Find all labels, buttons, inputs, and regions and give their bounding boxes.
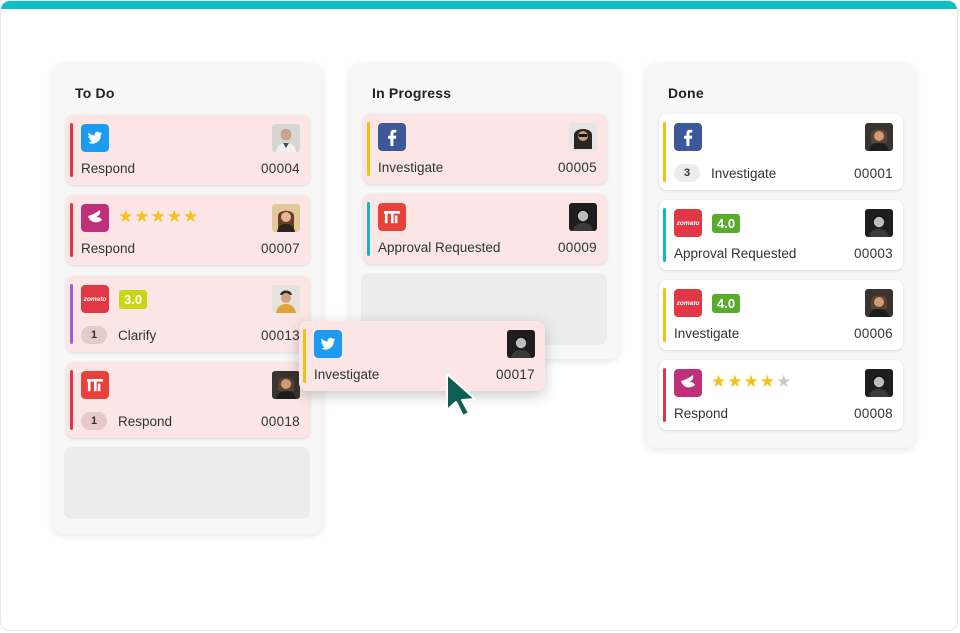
ticket-action: Respond — [674, 406, 729, 421]
ticket-id: 00008 — [853, 406, 893, 421]
zomato-icon: zomato — [81, 285, 109, 313]
ticket-card-00006[interactable]: zomato 4.0 Investigate 00006 — [659, 280, 903, 350]
twitter-icon — [314, 330, 342, 358]
ticket-action: Approval Requested — [378, 240, 501, 255]
star-rating: ★★★★★ — [711, 372, 793, 391]
priority-stripe — [70, 370, 73, 430]
assignee-avatar[interactable] — [865, 369, 893, 397]
message-count-badge: 3 — [674, 164, 700, 182]
ticket-id: 00006 — [853, 326, 893, 341]
assignee-avatar[interactable] — [272, 204, 300, 232]
ticket-action: Investigate — [314, 367, 380, 382]
assignee-avatar[interactable] — [865, 123, 893, 151]
column-done: Done 3 Investigate 00001 zomato 4.0 Appr… — [646, 63, 915, 448]
zomato-logo-text: zomato — [676, 220, 700, 227]
priority-stripe — [663, 288, 666, 342]
star-rating: ★★★★★ — [118, 207, 200, 226]
message-count-badge: 1 — [81, 412, 107, 430]
ticket-id: 00004 — [260, 161, 300, 176]
assignee-avatar[interactable] — [272, 124, 300, 152]
dragged-ticket-card-00017[interactable]: Investigate 00017 — [299, 321, 545, 391]
ticket-action: Respond — [118, 414, 173, 429]
ticket-card-00007[interactable]: ★★★★★ Respond 00007 — [66, 195, 310, 265]
column-title: To Do — [75, 85, 115, 101]
tt-icon — [81, 371, 109, 399]
assignee-avatar[interactable] — [507, 330, 535, 358]
top-accent-bar — [1, 1, 957, 9]
zomato-icon: zomato — [674, 289, 702, 317]
ticket-id: 00013 — [260, 328, 300, 343]
tt-icon — [378, 203, 406, 231]
assignee-avatar[interactable] — [865, 289, 893, 317]
nykaa-icon — [674, 369, 702, 397]
ticket-card-00008[interactable]: ★★★★★ Respond 00008 — [659, 360, 903, 430]
zomato-logo-text: zomato — [676, 300, 700, 307]
ticket-action: Clarify — [118, 328, 157, 343]
ticket-card-00018[interactable]: 1 Respond 00018 — [66, 362, 310, 438]
message-count-badge: 1 — [81, 326, 107, 344]
drop-placeholder[interactable] — [64, 447, 310, 519]
ticket-card-00004[interactable]: Respond 00004 — [66, 115, 310, 185]
assignee-avatar[interactable] — [865, 209, 893, 237]
ticket-id: 00001 — [853, 166, 893, 181]
rating-badge: 4.0 — [712, 294, 741, 313]
priority-stripe — [367, 202, 370, 256]
twitter-icon — [81, 124, 109, 152]
ticket-id: 00018 — [260, 414, 300, 429]
priority-stripe — [663, 208, 666, 262]
column-title: Done — [668, 85, 704, 101]
ticket-action: Investigate — [674, 326, 740, 341]
column-to-do: To Do Respond 00004 ★★★★★ Respond 00007 — [53, 63, 322, 534]
assignee-avatar[interactable] — [272, 371, 300, 399]
ticket-id: 00009 — [557, 240, 597, 255]
ticket-action: Respond — [81, 241, 136, 256]
ticket-id: 00005 — [557, 160, 597, 175]
priority-stripe — [303, 329, 306, 383]
facebook-icon — [674, 123, 702, 151]
mouse-pointer-icon — [445, 372, 481, 420]
ticket-card-00003[interactable]: zomato 4.0 Approval Requested 00003 — [659, 200, 903, 270]
priority-stripe — [70, 284, 73, 344]
nykaa-icon — [81, 204, 109, 232]
ticket-action: Investigate — [378, 160, 444, 175]
ticket-action: Respond — [81, 161, 136, 176]
ticket-id: 00007 — [260, 241, 300, 256]
priority-stripe — [367, 122, 370, 176]
ticket-action: Approval Requested — [674, 246, 797, 261]
priority-stripe — [663, 122, 666, 182]
priority-stripe — [663, 368, 666, 422]
rating-badge: 3.0 — [119, 290, 148, 309]
assignee-avatar[interactable] — [569, 203, 597, 231]
zomato-logo-text: zomato — [83, 296, 107, 303]
ticket-id: 00003 — [853, 246, 893, 261]
priority-stripe — [70, 123, 73, 177]
ticket-action: Investigate — [711, 166, 777, 181]
zomato-icon: zomato — [674, 209, 702, 237]
ticket-card-00005[interactable]: Investigate 00005 — [363, 114, 607, 184]
facebook-icon — [378, 123, 406, 151]
ticket-card-00009[interactable]: Approval Requested 00009 — [363, 194, 607, 264]
ticket-card-00013[interactable]: zomato 3.0 1 Clarify 00013 — [66, 276, 310, 352]
priority-stripe — [70, 203, 73, 257]
assignee-avatar[interactable] — [272, 285, 300, 313]
rating-badge: 4.0 — [712, 214, 741, 233]
column-in-progress: In Progress Investigate 00005 Approval R… — [350, 63, 619, 359]
assignee-avatar[interactable] — [569, 123, 597, 151]
column-title: In Progress — [372, 85, 452, 101]
ticket-card-00001[interactable]: 3 Investigate 00001 — [659, 114, 903, 190]
ticket-id: 00017 — [495, 367, 535, 382]
app-frame: To Do Respond 00004 ★★★★★ Respond 00007 — [0, 0, 958, 631]
